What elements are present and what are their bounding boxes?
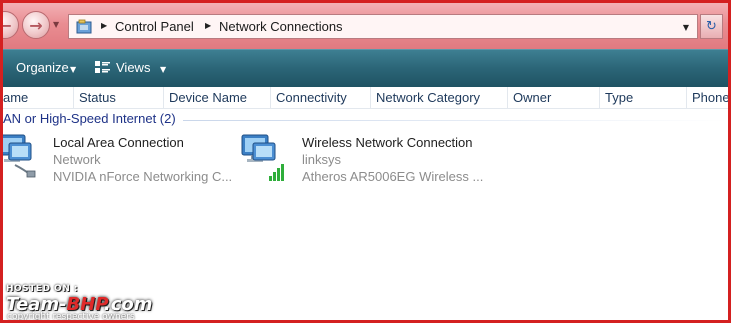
watermark-copyright: copyright respective owners [7, 312, 135, 320]
column-network-category[interactable]: Network Category [371, 87, 508, 109]
column-device-name[interactable]: Device Name [164, 87, 271, 109]
window: ← → ▼ ▶ Control Panel ▶ Network Connecti… [3, 3, 728, 320]
breadcrumb-control-panel[interactable]: Control Panel [115, 19, 194, 34]
connection-status: linksys [302, 152, 342, 167]
column-status[interactable]: Status [74, 87, 164, 109]
command-bar: Organize ▼ Views ▼ [3, 49, 728, 87]
breadcrumb-separator-icon[interactable]: ▶ [205, 21, 211, 30]
connection-item-local-area[interactable]: Local Area Connection Network NVIDIA nFo… [3, 131, 235, 189]
address-history-dropdown-icon[interactable]: ▼ [683, 23, 689, 32]
wireless-network-icon [241, 134, 284, 181]
watermark-hosted-label: HOSTED ON : [6, 284, 78, 294]
column-connectivity[interactable]: Connectivity [271, 87, 371, 109]
column-phone[interactable]: Phone [687, 87, 728, 109]
back-arrow-icon: ← [3, 15, 12, 35]
organize-button[interactable]: Organize [16, 60, 69, 75]
breadcrumb-separator-icon[interactable]: ▶ [101, 21, 107, 30]
group-header-lan[interactable]: AN or High-Speed Internet (2) [3, 111, 176, 129]
views-button[interactable]: Views [116, 60, 150, 75]
connection-name: Local Area Connection [53, 135, 184, 150]
refresh-icon: ↻ [706, 19, 717, 34]
connection-item-wireless[interactable]: Wireless Network Connection linksys Athe… [240, 131, 490, 189]
views-icon [95, 61, 110, 73]
connection-device: Atheros AR5006EG Wireless ... [302, 169, 484, 184]
breadcrumb-network-connections[interactable]: Network Connections [219, 19, 343, 34]
views-dropdown-icon[interactable]: ▼ [160, 65, 166, 74]
recent-pages-dropdown-icon[interactable]: ▼ [53, 20, 63, 30]
group-divider [183, 120, 728, 121]
forward-arrow-icon: → [29, 15, 43, 35]
organize-dropdown-icon[interactable]: ▼ [70, 65, 76, 74]
control-panel-icon [76, 19, 92, 34]
network-cable-icon [3, 134, 36, 178]
back-button[interactable]: ← [3, 11, 19, 39]
column-header-row: ame Status Device Name Connectivity Netw… [3, 87, 728, 109]
refresh-button[interactable]: ↻ [700, 14, 723, 39]
connection-status: Network [53, 152, 101, 167]
address-bar[interactable]: ▶ Control Panel ▶ Network Connections ▼ [68, 14, 698, 39]
column-type[interactable]: Type [600, 87, 687, 109]
connection-device: NVIDIA nForce Networking C... [53, 169, 233, 184]
column-owner[interactable]: Owner [508, 87, 600, 109]
column-name[interactable]: ame [3, 87, 74, 109]
forward-button[interactable]: → [22, 11, 50, 39]
address-toolbar: ← → ▼ ▶ Control Panel ▶ Network Connecti… [3, 3, 728, 49]
connection-name: Wireless Network Connection [302, 135, 473, 150]
